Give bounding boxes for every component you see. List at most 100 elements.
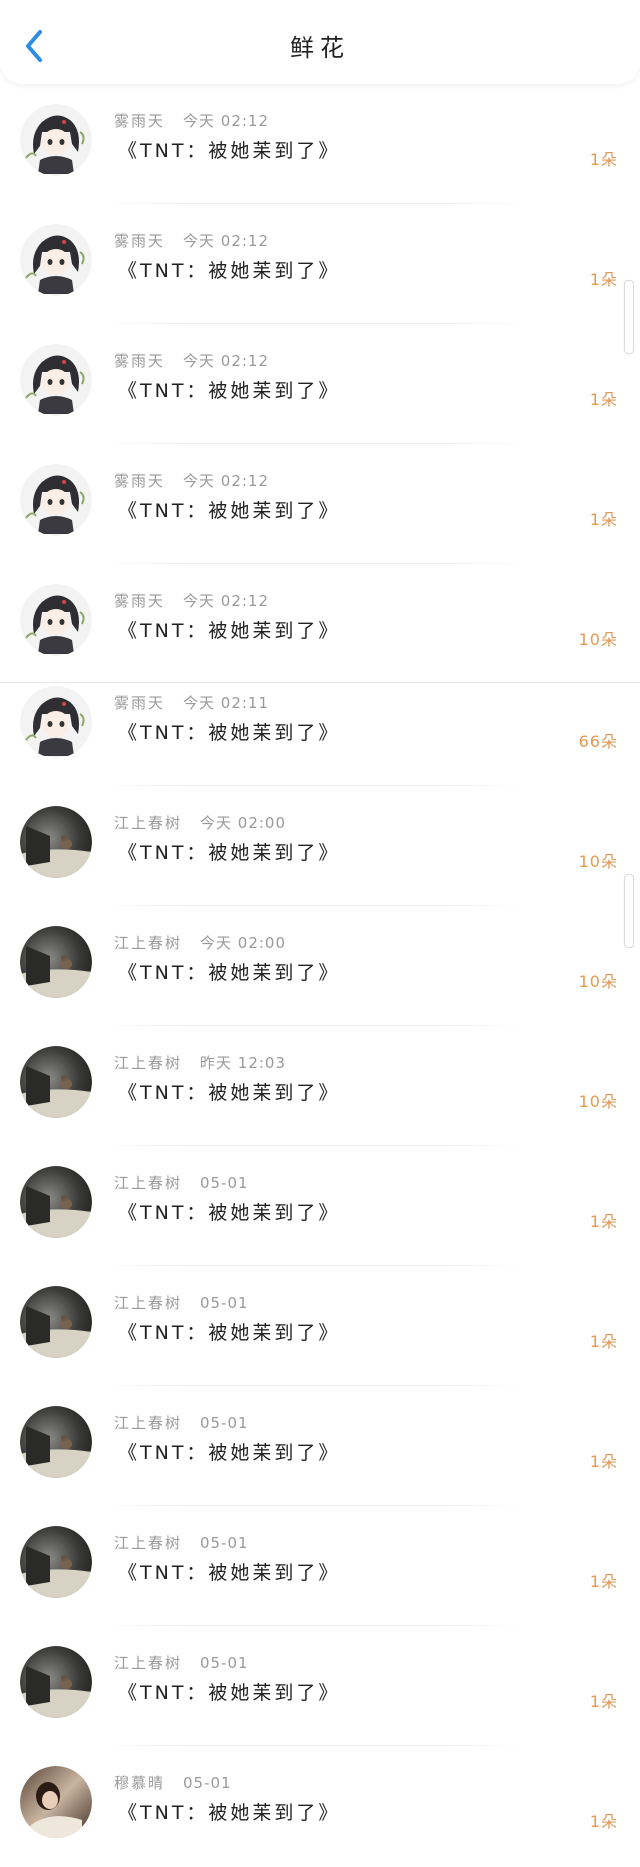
username[interactable]: 江上春树 bbox=[114, 1054, 182, 1072]
avatar[interactable] bbox=[20, 1286, 92, 1358]
username[interactable]: 江上春树 bbox=[114, 934, 182, 952]
list-item[interactable]: 江上春树 05-01 《TNT：被她苿到了》 1朵 bbox=[0, 1626, 640, 1746]
timestamp: 今天 02:12 bbox=[183, 352, 270, 370]
work-title[interactable]: 《TNT：被她苿到了》 bbox=[118, 1198, 340, 1225]
username[interactable]: 雾雨天 bbox=[114, 694, 165, 712]
list-item[interactable]: 雾雨天 今天 02:12 《TNT：被她苿到了》 1朵 bbox=[0, 324, 640, 444]
work-title[interactable]: 《TNT：被她苿到了》 bbox=[118, 616, 340, 643]
anime-girl-avatar bbox=[20, 344, 92, 416]
avatar[interactable] bbox=[20, 1766, 92, 1838]
section-divider bbox=[0, 682, 640, 683]
username[interactable]: 雾雨天 bbox=[114, 232, 165, 250]
list-item[interactable]: 江上春树 今天 02:00 《TNT：被她苿到了》 10朵 bbox=[0, 786, 640, 906]
item-meta: 江上春树 05-01 bbox=[114, 1412, 249, 1433]
work-title[interactable]: 《TNT：被她苿到了》 bbox=[118, 718, 340, 745]
list-item[interactable]: 江上春树 今天 02:00 《TNT：被她苿到了》 10朵 bbox=[0, 906, 640, 1026]
timestamp: 今天 02:00 bbox=[200, 814, 287, 832]
avatar[interactable] bbox=[20, 224, 92, 296]
scrollbar-thumb[interactable] bbox=[624, 280, 634, 354]
flower-count: 10朵 bbox=[578, 972, 618, 991]
list-item[interactable]: 雾雨天 今天 02:12 《TNT：被她苿到了》 1朵 bbox=[0, 204, 640, 324]
avatar[interactable] bbox=[20, 1646, 92, 1718]
work-title[interactable]: 《TNT：被她苿到了》 bbox=[118, 1678, 340, 1705]
list-item[interactable]: 雾雨天 今天 02:12 《TNT：被她苿到了》 1朵 bbox=[0, 444, 640, 564]
timestamp: 昨天 12:03 bbox=[200, 1054, 287, 1072]
anime-girl-avatar bbox=[20, 224, 92, 296]
avatar[interactable] bbox=[20, 584, 92, 656]
anime-girl-avatar bbox=[20, 104, 92, 176]
item-meta: 江上春树 05-01 bbox=[114, 1172, 249, 1193]
timestamp: 今天 02:12 bbox=[183, 112, 270, 130]
list-item[interactable]: 雾雨天 今天 02:12 《TNT：被她苿到了》 10朵 bbox=[0, 564, 640, 666]
flower-count: 1朵 bbox=[589, 510, 618, 529]
item-meta: 雾雨天 今天 02:12 bbox=[114, 230, 269, 251]
username[interactable]: 雾雨天 bbox=[114, 112, 165, 130]
list-item[interactable]: 雾雨天 今天 02:11 《TNT：被她苿到了》 66朵 bbox=[0, 666, 640, 786]
username[interactable]: 江上春树 bbox=[114, 1294, 182, 1312]
flower-count: 1朵 bbox=[589, 1452, 618, 1471]
timestamp: 05-01 bbox=[200, 1654, 249, 1672]
cat-photo-avatar bbox=[20, 1166, 92, 1238]
work-title[interactable]: 《TNT：被她苿到了》 bbox=[118, 1438, 340, 1465]
avatar[interactable] bbox=[20, 926, 92, 998]
flower-count: 1朵 bbox=[589, 1332, 618, 1351]
avatar[interactable] bbox=[20, 1406, 92, 1478]
timestamp: 05-01 bbox=[200, 1174, 249, 1192]
work-title[interactable]: 《TNT：被她苿到了》 bbox=[118, 496, 340, 523]
list-item[interactable]: 雾雨天 今天 02:12 《TNT：被她苿到了》 1朵 bbox=[0, 84, 640, 204]
timestamp: 今天 02:00 bbox=[200, 934, 287, 952]
avatar[interactable] bbox=[20, 1046, 92, 1118]
flower-count: 1朵 bbox=[589, 1572, 618, 1591]
anime-girl-avatar bbox=[20, 584, 92, 656]
avatar[interactable] bbox=[20, 104, 92, 176]
username[interactable]: 雾雨天 bbox=[114, 472, 165, 490]
work-title[interactable]: 《TNT：被她苿到了》 bbox=[118, 958, 340, 985]
list-item[interactable]: 江上春树 昨天 12:03 《TNT：被她苿到了》 10朵 bbox=[0, 1026, 640, 1146]
work-title[interactable]: 《TNT：被她苿到了》 bbox=[118, 376, 340, 403]
list-item[interactable]: 穆慕晴 05-01 《TNT：被她苿到了》 1朵 bbox=[0, 1746, 640, 1866]
flower-count: 1朵 bbox=[589, 1812, 618, 1831]
avatar[interactable] bbox=[20, 344, 92, 416]
work-title[interactable]: 《TNT：被她苿到了》 bbox=[118, 136, 340, 163]
work-title[interactable]: 《TNT：被她苿到了》 bbox=[118, 1558, 340, 1585]
avatar[interactable] bbox=[20, 806, 92, 878]
timestamp: 05-01 bbox=[200, 1534, 249, 1552]
avatar[interactable] bbox=[20, 686, 92, 758]
list-item[interactable]: 江上春树 05-01 《TNT：被她苿到了》 1朵 bbox=[0, 1386, 640, 1506]
scrollbar-thumb[interactable] bbox=[624, 874, 634, 948]
username[interactable]: 雾雨天 bbox=[114, 352, 165, 370]
list-item[interactable]: 江上春树 05-01 《TNT：被她苿到了》 1朵 bbox=[0, 1146, 640, 1266]
work-title[interactable]: 《TNT：被她苿到了》 bbox=[118, 256, 340, 283]
work-title[interactable]: 《TNT：被她苿到了》 bbox=[118, 1078, 340, 1105]
username[interactable]: 江上春树 bbox=[114, 1534, 182, 1552]
item-meta: 穆慕晴 05-01 bbox=[114, 1772, 232, 1793]
work-title[interactable]: 《TNT：被她苿到了》 bbox=[118, 1798, 340, 1825]
timestamp: 今天 02:12 bbox=[183, 472, 270, 490]
username[interactable]: 雾雨天 bbox=[114, 592, 165, 610]
avatar[interactable] bbox=[20, 1166, 92, 1238]
avatar[interactable] bbox=[20, 1526, 92, 1598]
list-item[interactable]: 江上春树 05-01 《TNT：被她苿到了》 1朵 bbox=[0, 1266, 640, 1386]
username[interactable]: 江上春树 bbox=[114, 1414, 182, 1432]
flower-count: 1朵 bbox=[589, 1692, 618, 1711]
page-title: 鲜花 bbox=[290, 34, 350, 62]
anime-girl-avatar bbox=[20, 464, 92, 536]
flower-count: 10朵 bbox=[578, 630, 618, 649]
timestamp: 05-01 bbox=[200, 1414, 249, 1432]
username[interactable]: 穆慕晴 bbox=[114, 1774, 165, 1792]
timestamp: 今天 02:12 bbox=[183, 592, 270, 610]
item-meta: 江上春树 05-01 bbox=[114, 1652, 249, 1673]
item-meta: 江上春树 昨天 12:03 bbox=[114, 1052, 286, 1073]
avatar[interactable] bbox=[20, 464, 92, 536]
work-title[interactable]: 《TNT：被她苿到了》 bbox=[118, 838, 340, 865]
work-title[interactable]: 《TNT：被她苿到了》 bbox=[118, 1318, 340, 1345]
username[interactable]: 江上春树 bbox=[114, 814, 182, 832]
flower-count: 10朵 bbox=[578, 1092, 618, 1111]
username[interactable]: 江上春树 bbox=[114, 1174, 182, 1192]
item-meta: 江上春树 今天 02:00 bbox=[114, 932, 286, 953]
item-meta: 雾雨天 今天 02:11 bbox=[114, 692, 269, 713]
cat-photo-avatar bbox=[20, 1526, 92, 1598]
item-meta: 雾雨天 今天 02:12 bbox=[114, 590, 269, 611]
list-item[interactable]: 江上春树 05-01 《TNT：被她苿到了》 1朵 bbox=[0, 1506, 640, 1626]
username[interactable]: 江上春树 bbox=[114, 1654, 182, 1672]
